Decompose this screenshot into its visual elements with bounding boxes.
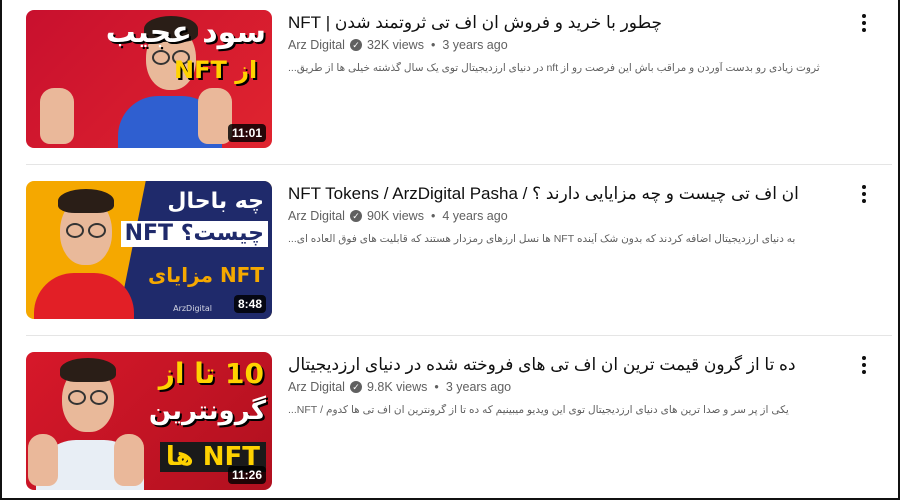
video-description: به دنیای ارزدیجیتال اضافه کردند که بدون … bbox=[288, 233, 796, 245]
thumbnail-text: گرونترین bbox=[148, 396, 266, 426]
verified-check-icon: ✓ bbox=[349, 381, 362, 393]
verified-check-icon: ✓ bbox=[349, 39, 362, 51]
video-row[interactable]: سود عجیب از NFT 11:01 چطور با خرید و فرو… bbox=[26, 10, 892, 160]
video-meta: چطور با خرید و فروش ان اف تی ثروتمند شدن… bbox=[288, 12, 848, 74]
raised-hand bbox=[198, 88, 232, 144]
more-vert-icon[interactable] bbox=[854, 183, 874, 205]
duration-badge: 8:48 bbox=[233, 295, 266, 313]
channel-line: Arz Digital ✓ 9.8K views • 3 years ago bbox=[288, 380, 848, 394]
thumbnail-text: 10 تا از bbox=[158, 357, 264, 390]
more-vert-icon[interactable] bbox=[854, 12, 874, 34]
duration-badge: 11:01 bbox=[227, 124, 266, 142]
channel-line: Arz Digital ✓ 32K views • 3 years ago bbox=[288, 38, 848, 52]
video-meta: ان اف تی چیست و چه مزایایی دارند ؟ / NFT… bbox=[288, 183, 848, 245]
video-title[interactable]: ان اف تی چیست و چه مزایایی دارند ؟ / NFT… bbox=[288, 183, 848, 205]
channel-name[interactable]: Arz Digital bbox=[288, 209, 345, 223]
thumbnail-text: چه باحال bbox=[167, 189, 264, 214]
duration-badge: 11:26 bbox=[227, 466, 266, 484]
video-description: یکی از پر سر و صدا ترین های دنیای ارزدیج… bbox=[288, 404, 789, 416]
thumbnail-watermark: ArzDigital bbox=[173, 304, 212, 313]
video-row[interactable]: 10 تا از گرونترین NFT ها 11:26 ده تا از … bbox=[26, 352, 892, 502]
view-count: 90K views bbox=[366, 209, 424, 223]
more-vert-icon[interactable] bbox=[854, 354, 874, 376]
frame-left bbox=[0, 0, 2, 500]
video-row[interactable]: چه باحال NFT چیست؟ مزایای NFT ArzDigital… bbox=[26, 181, 892, 331]
row-divider bbox=[26, 335, 892, 336]
view-count: 9.8K views bbox=[366, 380, 428, 394]
upload-age: 3 years ago bbox=[445, 380, 512, 394]
separator-dot: • bbox=[430, 38, 436, 52]
presenter-figure bbox=[32, 181, 142, 319]
thumbnail-text: مزایای NFT bbox=[147, 263, 264, 287]
verified-check-icon: ✓ bbox=[349, 210, 362, 222]
row-divider bbox=[26, 164, 892, 165]
channel-name[interactable]: Arz Digital bbox=[288, 38, 345, 52]
video-meta: ده تا از گرون قیمت ترین ان اف تی های فرو… bbox=[288, 354, 848, 416]
video-description: ثروت زیادی رو بدست آوردن و مراقب باش این… bbox=[288, 62, 820, 74]
raised-hand bbox=[114, 434, 144, 486]
thumbnail-text: سود عجیب bbox=[105, 15, 266, 50]
video-thumbnail[interactable]: چه باحال NFT چیست؟ مزایای NFT ArzDigital… bbox=[26, 181, 272, 319]
upload-age: 3 years ago bbox=[442, 38, 508, 52]
raised-hand bbox=[28, 434, 58, 486]
channel-name[interactable]: Arz Digital bbox=[288, 380, 345, 394]
separator-dot: • bbox=[434, 380, 439, 394]
video-title[interactable]: چطور با خرید و فروش ان اف تی ثروتمند شدن… bbox=[288, 12, 848, 34]
channel-line: Arz Digital ✓ 90K views • 4 years ago bbox=[288, 209, 848, 223]
view-count: 32K views bbox=[366, 38, 424, 52]
separator-dot: • bbox=[430, 209, 436, 223]
upload-age: 4 years ago bbox=[442, 209, 508, 223]
video-thumbnail[interactable]: سود عجیب از NFT 11:01 bbox=[26, 10, 272, 148]
thumbnail-text: NFT چیست؟ bbox=[120, 221, 268, 247]
thumbnail-text: از NFT bbox=[174, 56, 258, 84]
video-thumbnail[interactable]: 10 تا از گرونترین NFT ها 11:26 bbox=[26, 352, 272, 490]
video-title[interactable]: ده تا از گرون قیمت ترین ان اف تی های فرو… bbox=[288, 354, 848, 376]
raised-hand bbox=[40, 88, 74, 144]
